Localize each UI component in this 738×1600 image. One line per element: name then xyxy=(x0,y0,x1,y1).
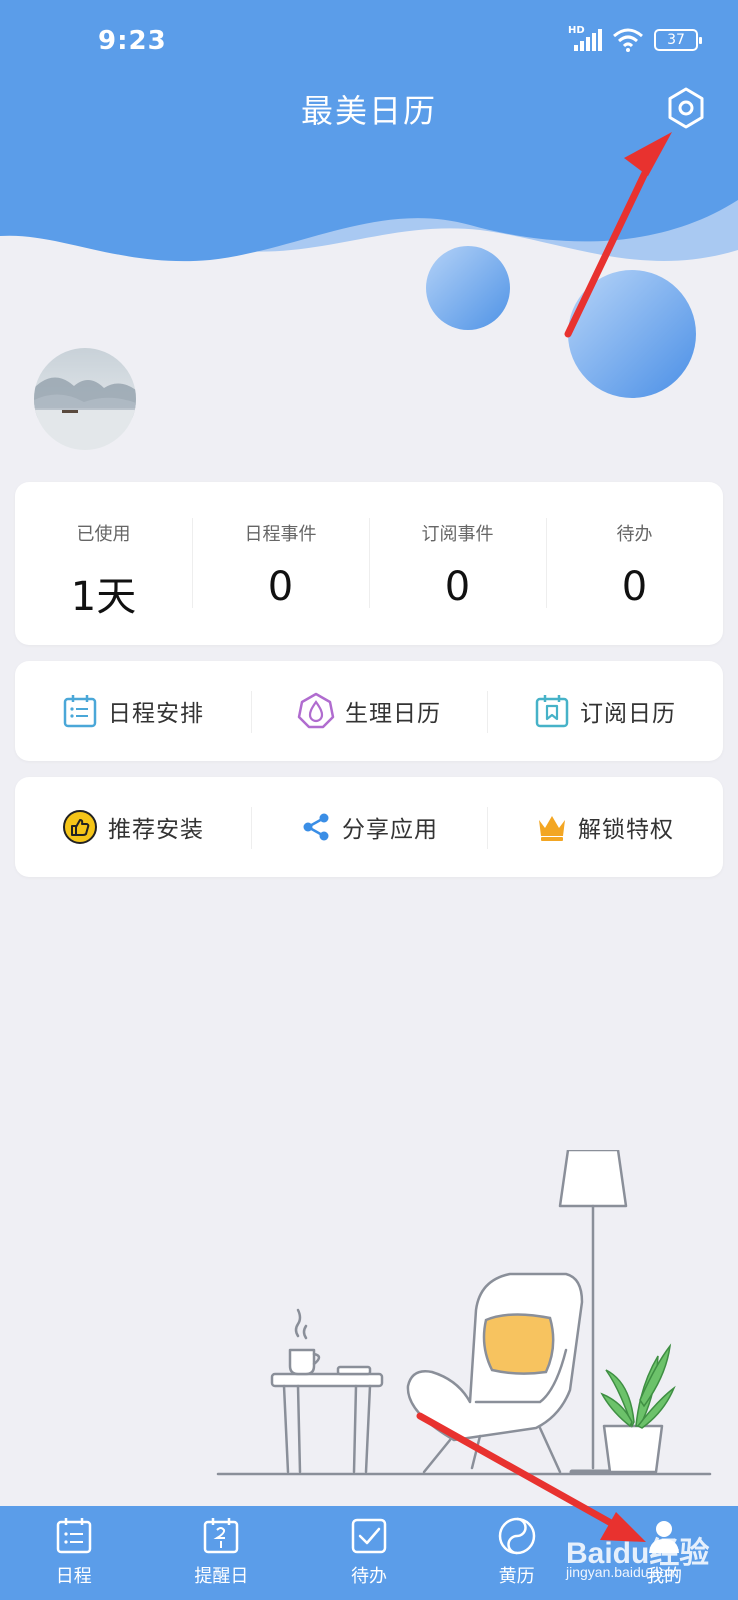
stat-label: 订阅事件 xyxy=(421,524,494,545)
action-menu-card: 推荐安装 分享应用 解锁特权 xyxy=(15,777,723,877)
menu-share-app[interactable]: 分享应用 xyxy=(251,777,487,877)
menu-unlock-privileges[interactable]: 解锁特权 xyxy=(487,777,723,877)
avatar[interactable] xyxy=(34,348,136,450)
page-title: 最美日历 xyxy=(300,92,437,130)
stat-todo[interactable]: 待办 0 xyxy=(546,482,723,645)
calendar-list-icon xyxy=(56,1518,92,1554)
menu-label: 日程安排 xyxy=(108,701,204,727)
stat-subscribed-events[interactable]: 订阅事件 0 xyxy=(369,482,546,645)
feature-menu-card: 日程安排 生理日历 订阅日历 xyxy=(15,661,723,761)
tab-reminder-day[interactable]: 提醒日 xyxy=(148,1506,296,1600)
stat-value: 0 xyxy=(444,564,471,610)
wifi-icon xyxy=(613,28,643,52)
tab-label: 提醒日 xyxy=(194,1566,249,1587)
stat-label: 日程事件 xyxy=(244,524,317,545)
menu-recommend-install[interactable]: 推荐安装 xyxy=(15,777,251,877)
schedule-icon xyxy=(63,695,97,728)
menu-schedule[interactable]: 日程安排 xyxy=(15,661,251,761)
stat-value: 0 xyxy=(267,564,294,610)
signal-icon: HD xyxy=(568,25,602,51)
tab-label: 黄历 xyxy=(498,1566,535,1587)
avatar-landscape-image xyxy=(34,348,136,450)
tab-label: 待办 xyxy=(350,1566,387,1587)
stat-schedule-events[interactable]: 日程事件 0 xyxy=(192,482,369,645)
watermark-url: jingyan.baidu.com xyxy=(566,1564,679,1580)
calendar-reminder-icon xyxy=(204,1518,239,1554)
crown-icon xyxy=(539,816,565,841)
settings-hexagon-icon xyxy=(668,87,704,129)
yin-yang-icon xyxy=(498,1517,535,1555)
thumbs-up-icon xyxy=(63,810,97,844)
network-label: HD xyxy=(568,25,585,36)
menu-subscribe-calendar[interactable]: 订阅日历 xyxy=(487,661,723,761)
stats-card: 已使用 1天 日程事件 0 订阅事件 0 待办 0 xyxy=(15,482,723,645)
bubble-decoration xyxy=(568,270,696,398)
status-bar: 9:23 HD 37 xyxy=(0,0,738,90)
share-icon xyxy=(303,813,329,841)
room-illustration xyxy=(216,1150,712,1476)
stat-value: 1天 xyxy=(70,574,137,620)
menu-label: 订阅日历 xyxy=(580,701,676,727)
stat-label: 已使用 xyxy=(76,524,131,545)
checkbox-icon xyxy=(351,1518,387,1554)
menu-label: 解锁特权 xyxy=(578,817,674,843)
tab-todo[interactable]: 待办 xyxy=(295,1506,443,1600)
bubble-decoration xyxy=(426,246,510,330)
menu-period-calendar[interactable]: 生理日历 xyxy=(251,661,487,761)
stat-label: 待办 xyxy=(616,524,653,545)
tab-schedule[interactable]: 日程 xyxy=(0,1506,148,1600)
battery-indicator: 37 xyxy=(654,29,702,51)
drop-icon xyxy=(297,692,335,729)
stat-days-used: 已使用 1天 xyxy=(15,482,192,645)
tab-label: 日程 xyxy=(55,1566,92,1587)
settings-button[interactable] xyxy=(664,86,708,130)
status-time: 9:23 xyxy=(98,26,167,56)
menu-label: 分享应用 xyxy=(342,817,438,843)
bookmark-calendar-icon xyxy=(535,695,569,728)
menu-label: 生理日历 xyxy=(345,701,441,727)
stat-value: 0 xyxy=(621,564,648,610)
menu-label: 推荐安装 xyxy=(108,817,204,843)
